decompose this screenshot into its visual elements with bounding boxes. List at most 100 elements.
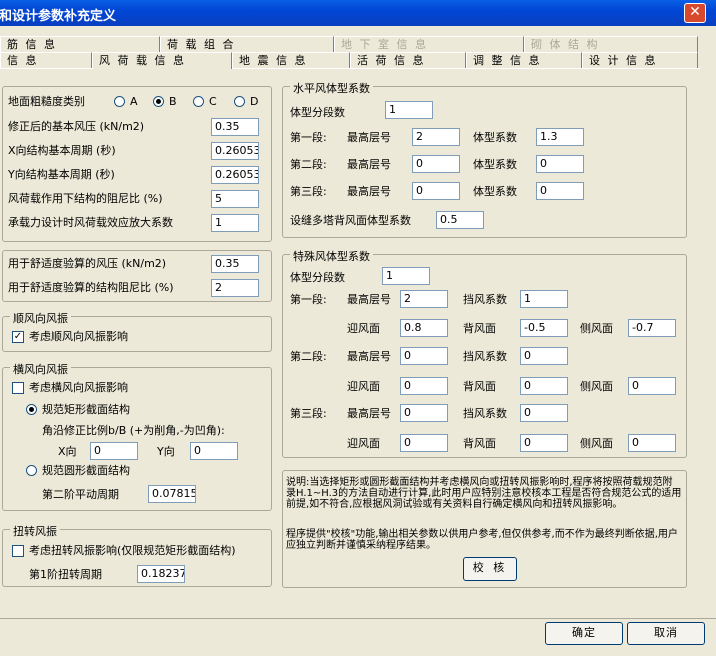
along-wind-checkbox[interactable]: ✓: [12, 331, 24, 343]
special-segcount-label: 体型分段数: [290, 271, 345, 284]
special-seg3-leeward-field[interactable]: 0: [520, 434, 568, 452]
special-seg1-floor-field[interactable]: 2: [400, 290, 448, 308]
close-icon[interactable]: ✕: [684, 3, 706, 23]
tab-wind-load[interactable]: 风 荷 载 信 息: [92, 52, 232, 69]
tx-field[interactable]: 0.26053: [211, 142, 259, 160]
horiz-seg3-coef-field[interactable]: 0: [536, 182, 584, 200]
pressure-label: 修正后的基本风压 (kN/m2): [8, 120, 145, 133]
along-wind-title: 顺风向风振: [10, 310, 71, 326]
horiz-floor-label: 最高层号: [347, 158, 391, 171]
roughness-label: 地面粗糙度类别: [8, 95, 85, 108]
special-side-label: 侧风面: [580, 322, 613, 335]
along-wind-check-label: 考虑顺风向风振影响: [29, 330, 128, 343]
comfort-damping-label: 用于舒适度验算的结构阻尼比 (%): [8, 281, 174, 294]
roughness-radio-b[interactable]: [153, 96, 164, 107]
torsion-checkbox[interactable]: [12, 545, 24, 557]
torsion-title: 扭转风振: [10, 523, 60, 539]
horiz-coef-label: 体型系数: [473, 131, 517, 144]
special-seg3-side-field[interactable]: 0: [628, 434, 676, 452]
special-shield-label: 挡风系数: [463, 293, 507, 306]
special-seg2-shield-field[interactable]: 0: [520, 347, 568, 365]
tab-label: 筋 信 息: [7, 38, 57, 51]
special-shield-label: 挡风系数: [463, 350, 507, 363]
horiz-floor-label: 最高层号: [347, 185, 391, 198]
comfort-pressure-field[interactable]: 0.35: [211, 255, 259, 273]
special-seg1-label: 第一段:: [290, 293, 327, 306]
tab-general-info[interactable]: 信 息: [0, 52, 92, 68]
tx-label: X向结构基本周期 (秒): [8, 144, 116, 157]
special-seg2-windward-field[interactable]: 0: [400, 377, 448, 395]
special-seg3-shield-field[interactable]: 0: [520, 404, 568, 422]
tab-load-combination[interactable]: 荷 载 组 合: [160, 36, 334, 52]
torsion-check-label: 考虑扭转风振影响(仅限规范矩形截面结构): [29, 544, 236, 557]
horiz-seg2-floor-field[interactable]: 0: [412, 155, 460, 173]
roughness-radio-d[interactable]: [234, 96, 245, 107]
special-seg2-floor-field[interactable]: 0: [400, 347, 448, 365]
tab-label: 地 下 室 信 息: [341, 38, 428, 51]
tab-design[interactable]: 设 计 信 息: [582, 52, 698, 68]
special-seg3-windward-field[interactable]: 0: [400, 434, 448, 452]
horiz-seg1-coef-field[interactable]: 1.3: [536, 128, 584, 146]
special-seg1-windward-field[interactable]: 0.8: [400, 319, 448, 337]
comfort-damping-field[interactable]: 2: [211, 279, 259, 297]
ok-button[interactable]: 确定: [545, 622, 623, 645]
comfort-pressure-label: 用于舒适度验算的风压 (kN/m2): [8, 257, 167, 270]
note-text-2: 程序提供"校核"功能,输出相关参数以供用户参考,但仅供参考,而不作为最终判断依据…: [286, 529, 678, 551]
tab-label: 信 息: [7, 54, 39, 67]
ty-label: Y向结构基本周期 (秒): [8, 168, 115, 181]
roughness-a-label: A: [130, 95, 138, 108]
circ-section-radio[interactable]: [26, 465, 37, 476]
special-seg2-side-field[interactable]: 0: [628, 377, 676, 395]
horiz-segcount-label: 体型分段数: [290, 106, 345, 119]
special-segcount-field[interactable]: 1: [382, 267, 430, 285]
tab-seismic[interactable]: 地 震 信 息: [232, 52, 350, 68]
special-windward-label: 迎风面: [347, 380, 380, 393]
tab-label: 砌 体 结 构: [531, 38, 600, 51]
horiz-seg3-label: 第三段:: [290, 185, 327, 198]
special-seg1-leeward-field[interactable]: -0.5: [520, 319, 568, 337]
corner-ratio-label: 角沿修正比例b/B (+为削角,-为凹角):: [42, 424, 225, 437]
horiz-back-label: 设缝多塔背风面体型系数: [290, 214, 411, 227]
roughness-radio-a[interactable]: [114, 96, 125, 107]
across-wind-checkbox[interactable]: [12, 382, 24, 394]
special-seg3-floor-field[interactable]: 0: [400, 404, 448, 422]
amp-label: 承载力设计时风荷载效应放大系数: [8, 216, 173, 229]
special-leeward-label: 背风面: [463, 322, 496, 335]
horiz-segcount-field[interactable]: 1: [385, 101, 433, 119]
damping-label: 风荷载作用下结构的阻尼比 (%): [8, 192, 163, 205]
x-dir-field[interactable]: 0: [90, 442, 138, 460]
rect-section-radio[interactable]: [26, 404, 37, 415]
roughness-b-label: B: [169, 95, 177, 108]
across-wind-check-label: 考虑横风向风振影响: [29, 381, 128, 394]
amp-field[interactable]: 1: [211, 214, 259, 232]
special-seg3-label: 第三段:: [290, 407, 327, 420]
horiz-seg1-floor-field[interactable]: 2: [412, 128, 460, 146]
period2-field[interactable]: 0.07815: [148, 485, 196, 503]
horiz-seg2-coef-field[interactable]: 0: [536, 155, 584, 173]
special-seg1-shield-field[interactable]: 1: [520, 290, 568, 308]
special-side-label: 侧风面: [580, 380, 613, 393]
horiz-seg2-label: 第二段:: [290, 158, 327, 171]
verify-button[interactable]: 校 核: [463, 557, 517, 581]
special-seg2-leeward-field[interactable]: 0: [520, 377, 568, 395]
cancel-button[interactable]: 取消: [627, 622, 705, 645]
ty-field[interactable]: 0.26053: [211, 166, 259, 184]
tab-live-load[interactable]: 活 荷 信 息: [350, 52, 466, 68]
note-text-1: 说明:当选择矩形或圆形截面结构并考虑横风向或扭转风振影响时,程序将按照荷载规范附…: [286, 477, 682, 510]
pressure-field[interactable]: 0.35: [211, 118, 259, 136]
tab-adjust[interactable]: 调 整 信 息: [466, 52, 582, 68]
horiz-floor-label: 最高层号: [347, 131, 391, 144]
horiz-seg3-floor-field[interactable]: 0: [412, 182, 460, 200]
special-side-label: 侧风面: [580, 437, 613, 450]
special-windward-label: 迎风面: [347, 322, 380, 335]
roughness-radio-c[interactable]: [193, 96, 204, 107]
tab-rebar-info[interactable]: 筋 信 息: [0, 36, 160, 52]
horiz-back-field[interactable]: 0.5: [436, 211, 484, 229]
torsion-period-field[interactable]: 0.18237: [137, 565, 185, 583]
tab-label: 风 荷 载 信 息: [99, 54, 186, 67]
tab-label: 设 计 信 息: [589, 54, 658, 67]
y-dir-field[interactable]: 0: [190, 442, 238, 460]
special-seg1-side-field[interactable]: -0.7: [628, 319, 676, 337]
tab-label: 荷 载 组 合: [167, 38, 236, 51]
damping-field[interactable]: 5: [211, 190, 259, 208]
